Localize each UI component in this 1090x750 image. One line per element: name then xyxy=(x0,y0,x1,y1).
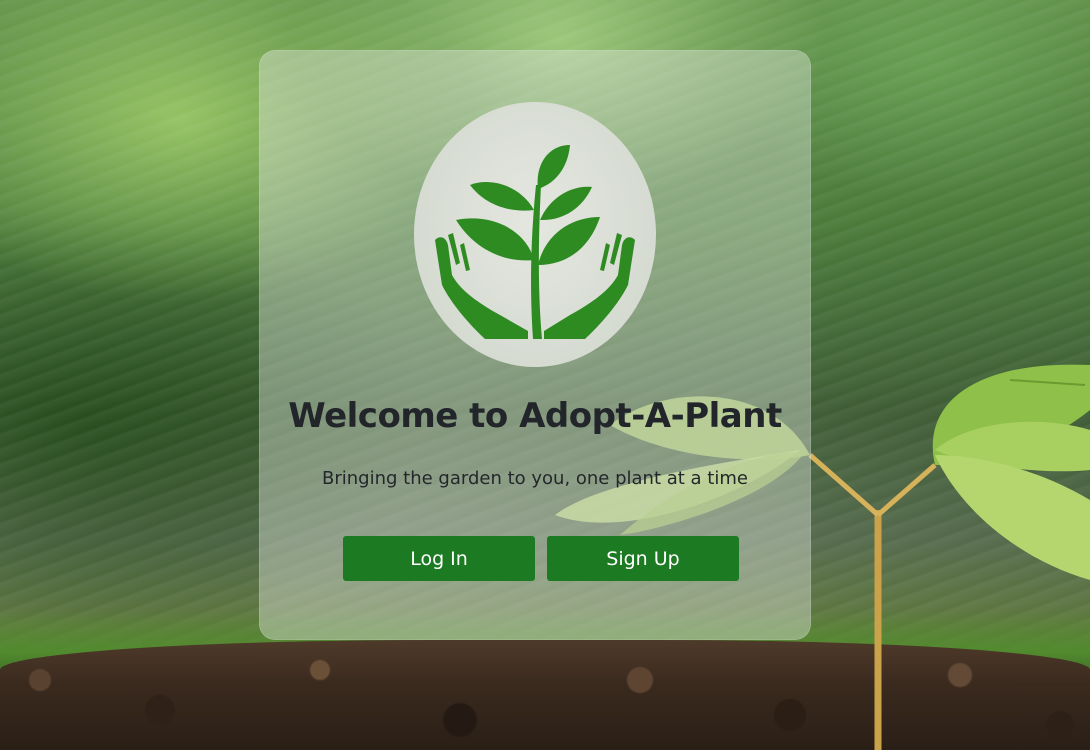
logo-badge xyxy=(414,102,656,367)
page-title: Welcome to Adopt-A-Plant xyxy=(288,396,782,436)
hands-holding-plant-icon xyxy=(435,144,635,339)
page-tagline: Bringing the garden to you, one plant at… xyxy=(322,468,748,489)
welcome-card: Welcome to Adopt-A-Plant Bringing the ga… xyxy=(259,50,811,640)
signup-button[interactable]: Sign Up xyxy=(547,536,739,581)
login-button[interactable]: Log In xyxy=(343,536,535,581)
